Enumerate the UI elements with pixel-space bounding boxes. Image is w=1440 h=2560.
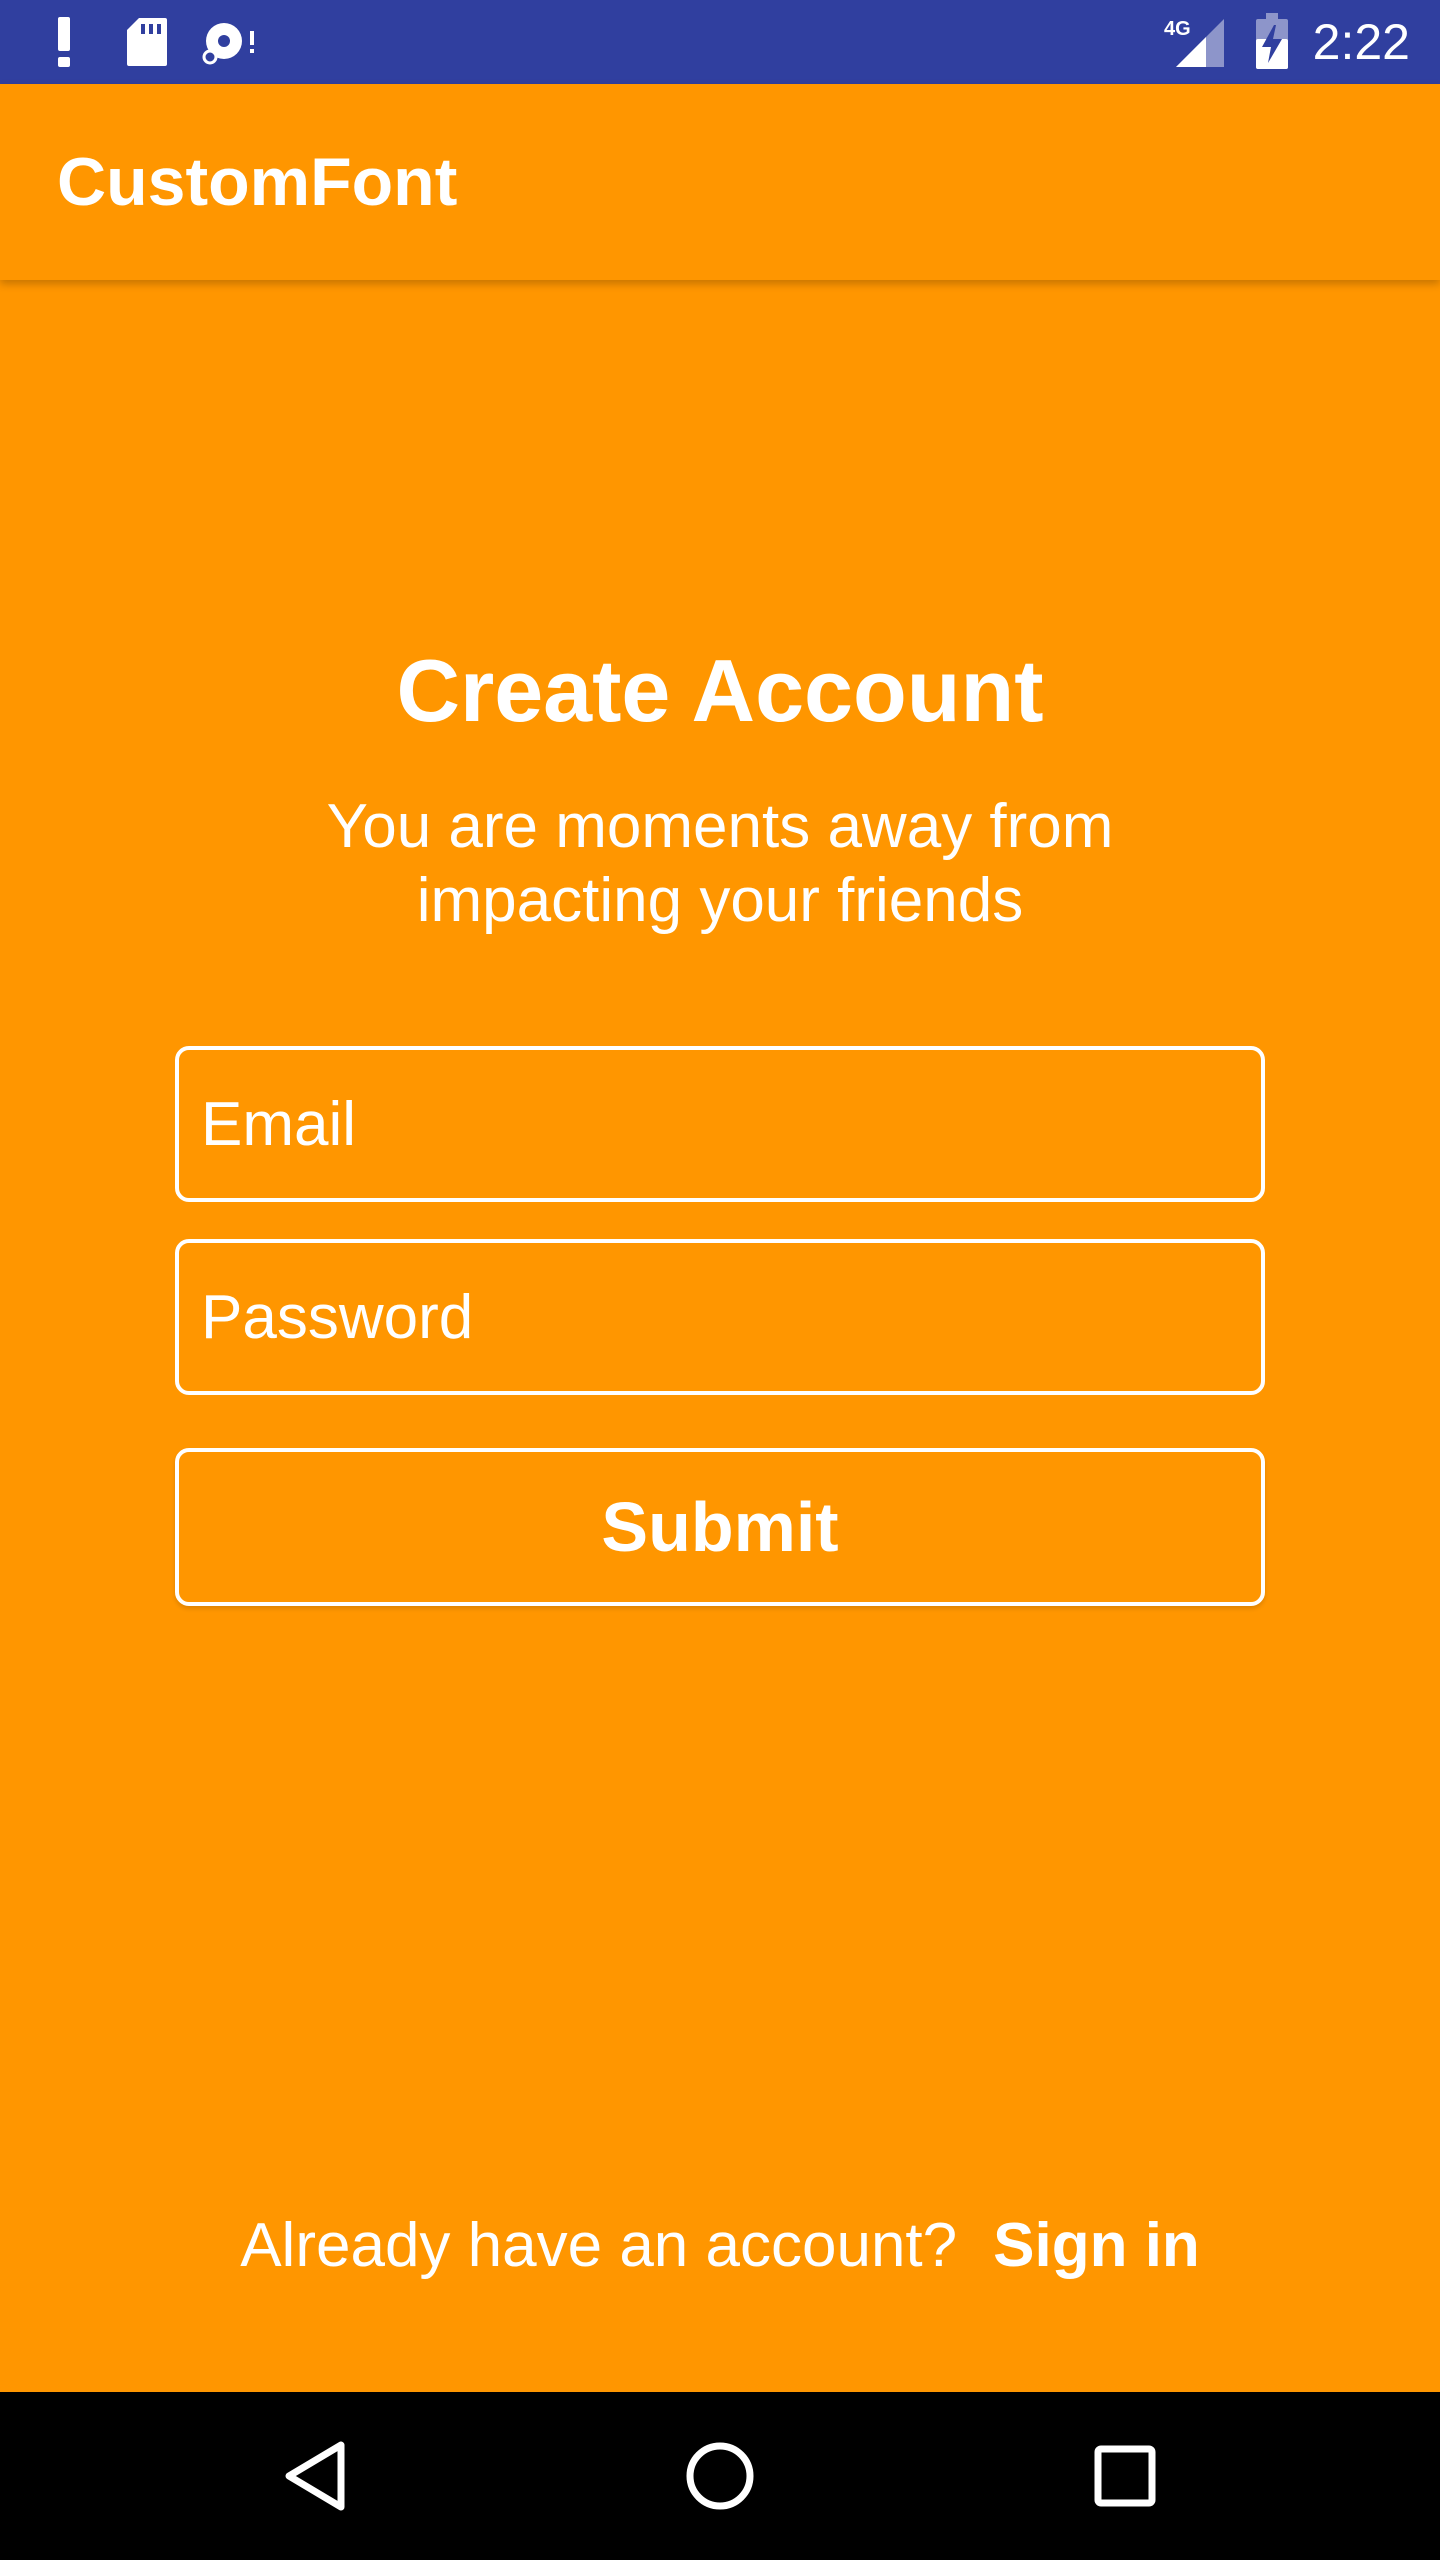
signal-4g-icon: 4G bbox=[1162, 0, 1226, 84]
password-field[interactable] bbox=[175, 1239, 1265, 1395]
subtitle-line-1: You are moments away from bbox=[326, 792, 1114, 861]
recents-icon[interactable] bbox=[1045, 2392, 1205, 2560]
home-icon[interactable] bbox=[640, 2392, 800, 2560]
signin-prompt-text: Already have an account? bbox=[240, 2211, 958, 2280]
back-icon[interactable] bbox=[236, 2392, 396, 2560]
screen: 4G 2:22 CustomFont Create Account You ar… bbox=[0, 0, 1440, 2560]
page-heading: Create Account bbox=[396, 641, 1044, 740]
page-subtitle: You are moments away from impacting your… bbox=[270, 790, 1170, 938]
battery-charging-icon bbox=[1252, 0, 1292, 84]
alert-icon bbox=[44, 0, 84, 84]
network-type-label: 4G bbox=[1164, 18, 1191, 40]
navigation-bar bbox=[0, 2392, 1440, 2560]
signin-prompt: Already have an account? Sign in bbox=[0, 2210, 1440, 2281]
submit-button[interactable]: Submit bbox=[175, 1448, 1265, 1606]
status-time: 2:22 bbox=[1312, 14, 1410, 70]
disc-sync-icon bbox=[200, 0, 260, 84]
email-field[interactable] bbox=[175, 1046, 1265, 1202]
sign-in-link[interactable]: Sign in bbox=[993, 2211, 1200, 2280]
app-title: CustomFont bbox=[57, 144, 458, 220]
app-bar: CustomFont bbox=[0, 84, 1440, 280]
status-bar: 4G 2:22 bbox=[0, 0, 1440, 84]
subtitle-line-2: impacting your friends bbox=[416, 866, 1024, 935]
sd-card-icon bbox=[124, 0, 170, 84]
